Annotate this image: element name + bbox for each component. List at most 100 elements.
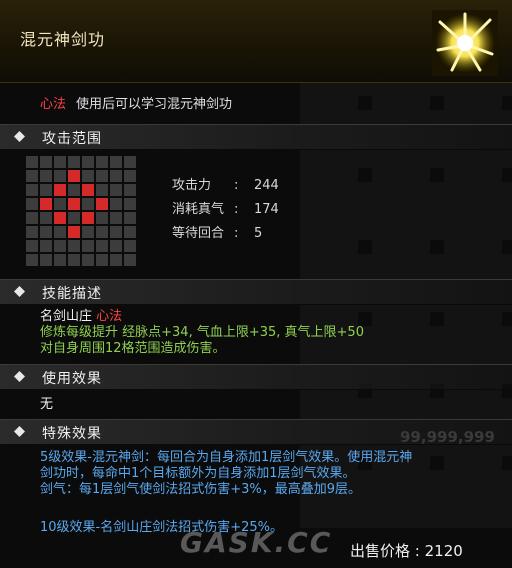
range-cell xyxy=(110,170,122,182)
level-bonus-line: 修炼每级提升 经脉点+34, 气血上限+35, 真气上限+50 xyxy=(40,325,364,340)
stat-row: 等待回合:5 xyxy=(172,222,279,246)
stat-sep: : xyxy=(234,202,239,217)
price-label: 出售价格 xyxy=(350,542,411,560)
range-cell xyxy=(68,184,80,196)
range-cell xyxy=(82,226,94,238)
special-effects-text: 5级效果-混元神剑：每回合为自身添加1层剑气效果。使用混元神 剑功时，每命中1个目… xyxy=(40,450,412,536)
range-cell-active xyxy=(82,184,94,196)
range-cell-active xyxy=(96,198,108,210)
range-cell xyxy=(40,212,52,224)
stat-label: 攻击力 xyxy=(172,178,212,193)
section-label: 技能描述 xyxy=(42,286,102,302)
skill-type-tag: 心法 xyxy=(40,97,67,112)
range-cell xyxy=(26,254,38,266)
range-cell xyxy=(54,156,66,168)
range-cell xyxy=(96,240,108,252)
range-cell xyxy=(26,212,38,224)
stat-value: 244 xyxy=(254,178,279,193)
diamond-bullet-icon xyxy=(14,426,25,437)
special-effect-line: 剑功时，每命中1个目标额外为自身添加1层剑气效果。 xyxy=(40,466,356,481)
range-cell xyxy=(82,156,94,168)
special-effect-line: 5级效果-混元神剑：每回合为自身添加1层剑气效果。使用混元神 xyxy=(40,450,413,465)
range-cell xyxy=(110,240,122,252)
tooltip-header: 混元神剑功 xyxy=(0,0,512,83)
stat-row: 攻击力:244 xyxy=(172,174,279,198)
range-cell xyxy=(110,212,122,224)
skill-stats: 攻击力:244 消耗真气:174 等待回合:5 xyxy=(172,174,279,246)
use-effect-text: 无 xyxy=(40,397,54,412)
stat-sep: : xyxy=(234,178,239,193)
range-cell xyxy=(110,184,122,196)
range-cell xyxy=(96,212,108,224)
range-cell xyxy=(124,156,136,168)
range-cell xyxy=(54,198,66,210)
range-cell xyxy=(96,156,108,168)
special-effect-line xyxy=(40,498,412,514)
range-cell xyxy=(68,254,80,266)
range-cell-active xyxy=(68,170,80,182)
background-number: 99,999,999 xyxy=(400,428,495,446)
range-cell xyxy=(96,170,108,182)
range-cell xyxy=(96,254,108,266)
section-use-effect: 使用效果 xyxy=(0,364,512,390)
range-cell xyxy=(124,254,136,266)
attack-range-grid xyxy=(26,156,138,268)
range-cell xyxy=(26,170,38,182)
range-cell xyxy=(110,226,122,238)
range-cell-active xyxy=(82,212,94,224)
range-cell xyxy=(54,240,66,252)
range-cell xyxy=(124,212,136,224)
diamond-bullet-icon xyxy=(14,131,25,142)
stat-sep: : xyxy=(234,226,239,241)
range-cell xyxy=(68,156,80,168)
range-cell xyxy=(82,170,94,182)
range-cell xyxy=(54,170,66,182)
skill-title: 混元神剑功 xyxy=(20,30,106,49)
skill-use-text: 使用后可以学习混元神剑功 xyxy=(76,97,233,112)
range-cell xyxy=(110,198,122,210)
stat-row: 消耗真气:174 xyxy=(172,198,279,222)
range-effect-line: 对自身周围12格范围造成伤害。 xyxy=(40,341,226,356)
stat-value: 174 xyxy=(254,202,279,217)
range-cell xyxy=(124,170,136,182)
range-cell-active xyxy=(68,198,80,210)
range-cell xyxy=(40,170,52,182)
range-cell xyxy=(26,226,38,238)
range-cell xyxy=(26,184,38,196)
sect-type: 心法 xyxy=(96,309,123,324)
sect-name: 名剑山庄 xyxy=(40,309,93,324)
range-cell-active xyxy=(54,212,66,224)
range-cell xyxy=(124,226,136,238)
range-cell xyxy=(68,212,80,224)
section-skill-description: 技能描述 xyxy=(0,279,512,305)
skill-use-description: 心法 使用后可以学习混元神剑功 xyxy=(40,93,232,112)
section-label: 攻击范围 xyxy=(42,131,102,147)
range-cell xyxy=(82,240,94,252)
diamond-bullet-icon xyxy=(14,286,25,297)
range-cell xyxy=(68,240,80,252)
range-cell xyxy=(26,198,38,210)
range-cell xyxy=(96,184,108,196)
section-label: 特殊效果 xyxy=(42,426,102,442)
section-attack-range: 攻击范围 xyxy=(0,124,512,150)
range-cell xyxy=(110,156,122,168)
range-cell xyxy=(110,254,122,266)
range-cell xyxy=(124,198,136,210)
range-cell-active xyxy=(68,226,80,238)
stat-label: 消耗真气 xyxy=(172,202,225,217)
range-cell xyxy=(26,240,38,252)
stat-value: 5 xyxy=(254,226,263,241)
range-cell-active xyxy=(40,198,52,210)
price-value: 2120 xyxy=(424,542,463,560)
range-cell xyxy=(124,240,136,252)
range-cell-active xyxy=(54,184,66,196)
skill-burst-icon xyxy=(432,10,498,76)
range-cell xyxy=(54,226,66,238)
range-cell xyxy=(26,156,38,168)
range-cell xyxy=(40,254,52,266)
special-effect-line: 剑气：每1层剑气使剑法招式伤害+3%，最高叠加9层。 xyxy=(40,482,362,497)
range-cell xyxy=(40,156,52,168)
stat-label: 等待回合 xyxy=(172,226,225,241)
range-cell xyxy=(82,254,94,266)
range-cell xyxy=(82,198,94,210)
